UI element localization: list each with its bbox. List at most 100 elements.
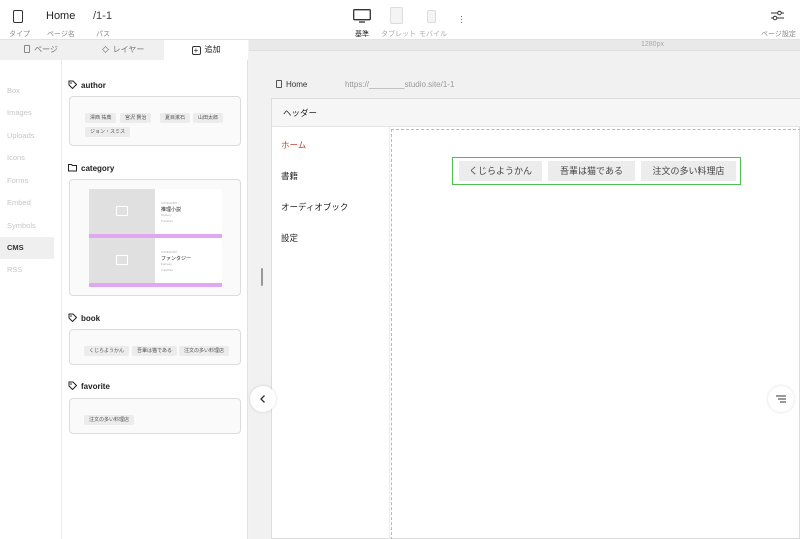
favorite-card[interactable]: 注文の多い料理店 xyxy=(69,398,241,434)
chevron-left-icon xyxy=(260,395,265,403)
top-toolbar: タイプ Home ページ名 /1-1 パス 基準 タブレット モバイル · · · … xyxy=(0,0,800,40)
page-settings-label: ページ設定 xyxy=(761,31,796,38)
author-title-text: author xyxy=(81,81,106,90)
category-title-text: category xyxy=(81,164,115,173)
tab-pages[interactable]: ページ xyxy=(0,40,82,60)
page-icon xyxy=(276,80,282,88)
book-title-text: book xyxy=(81,314,101,323)
category-item-meta: 3 articles xyxy=(161,268,174,272)
book-button[interactable]: くじらようかん xyxy=(459,161,542,181)
category-icons[interactable]: Icons xyxy=(0,147,54,169)
image-icon xyxy=(116,255,128,265)
author-chip: 宮沢 賢治 xyxy=(120,113,152,123)
category-rss[interactable]: RSS xyxy=(0,259,54,281)
ruler-width-label: 1280px xyxy=(641,41,664,48)
category-item: CATEGORY ファンタジー Fantasy 3 articles xyxy=(89,238,222,287)
tag-icon xyxy=(68,80,77,89)
mobile-icon[interactable] xyxy=(427,10,436,23)
category-item-bar xyxy=(89,283,222,287)
collapse-panel-button[interactable] xyxy=(250,386,276,412)
page-name-value[interactable]: Home xyxy=(46,10,75,22)
desktop-icon[interactable] xyxy=(353,9,371,23)
page-url[interactable]: https://________studio.site/1-1 xyxy=(345,80,454,89)
design-canvas[interactable]: 1280px Home https://________studio.site/… xyxy=(249,40,800,539)
category-card[interactable]: CATEGORY 推理小説 Mystery 6 articles CATEGOR… xyxy=(69,179,241,296)
device-tablet-label: タブレット xyxy=(381,31,416,38)
category-symbols[interactable]: Symbols xyxy=(0,215,54,237)
more-options-icon[interactable]: · · · xyxy=(460,12,463,27)
tab-pages-label: ページ xyxy=(34,45,58,54)
tab-add-label: 追加 xyxy=(204,45,221,54)
tag-icon xyxy=(68,313,77,322)
width-ruler: 1280px xyxy=(249,40,800,51)
category-uploads[interactable]: Uploads xyxy=(0,125,54,147)
author-chip: 夏目漱石 xyxy=(160,113,191,123)
path-value[interactable]: /1-1 xyxy=(93,10,112,22)
panel-resize-handle[interactable] xyxy=(261,268,263,286)
nav-item-home[interactable]: ホーム xyxy=(281,139,306,151)
tab-add[interactable]: + 追加 xyxy=(164,40,248,60)
nav-item-settings[interactable]: 設定 xyxy=(281,232,298,244)
category-forms[interactable]: Forms xyxy=(0,170,54,192)
category-item: CATEGORY 推理小説 Mystery 6 articles xyxy=(89,189,222,238)
category-title: category xyxy=(68,163,114,173)
list-icon xyxy=(776,395,786,403)
tablet-icon[interactable] xyxy=(390,7,403,24)
device-base-label: 基準 xyxy=(355,31,369,38)
pages-icon xyxy=(24,45,31,53)
category-list: Box Images Uploads Icons Forms Embed Sym… xyxy=(0,60,62,539)
author-card[interactable]: 澤西 祐典 宮沢 賢治 夏目漱石 山田太郎 ジョン・スミス xyxy=(69,96,241,146)
book-chip: くじらようかん xyxy=(84,346,130,356)
book-chip: 注文の多い料理店 xyxy=(179,346,230,356)
page-title-text: Home xyxy=(286,80,308,89)
page-settings-icon[interactable] xyxy=(771,10,784,21)
tag-icon xyxy=(68,381,77,390)
book-button[interactable]: 吾輩は猫である xyxy=(548,161,635,181)
category-item-sub: Mystery xyxy=(161,213,172,217)
author-chip: ジョン・スミス xyxy=(85,127,131,137)
header-section[interactable]: ヘッダー xyxy=(272,99,800,127)
category-embed[interactable]: Embed xyxy=(0,192,54,214)
category-item-name: ファンタジー xyxy=(161,256,192,262)
image-icon xyxy=(116,206,128,216)
folder-icon xyxy=(68,164,77,172)
category-item-meta: 6 articles xyxy=(161,219,174,223)
outline-button[interactable] xyxy=(768,386,794,412)
selected-content-area[interactable]: くじらようかん 吾輩は猫である 注文の多い料理店 xyxy=(391,129,800,539)
device-mobile-label: モバイル xyxy=(419,31,447,38)
author-title: author xyxy=(68,80,106,90)
layers-icon xyxy=(101,46,109,53)
page-title: Home xyxy=(276,80,307,89)
side-nav: ホーム 書籍 オーディオブック 設定 xyxy=(272,127,390,539)
book-chip: 吾輩は猫である xyxy=(132,346,177,356)
category-item-name: 推理小説 xyxy=(161,207,182,213)
image-placeholder xyxy=(89,238,155,283)
favorite-title: favorite xyxy=(68,381,110,391)
tab-layers[interactable]: レイヤー xyxy=(82,40,164,60)
category-item-sub: Fantasy xyxy=(161,262,172,266)
nav-item-books[interactable]: 書籍 xyxy=(281,170,298,182)
selected-button-group[interactable]: くじらようかん 吾輩は猫である 注文の多い料理店 xyxy=(452,157,741,185)
page-name-label: ページ名 xyxy=(47,31,75,38)
path-label: パス xyxy=(96,31,110,38)
left-panel-tabs: ページ レイヤー + 追加 xyxy=(0,40,248,60)
book-card[interactable]: くじらようかん 吾輩は猫である 注文の多い料理店 xyxy=(69,329,241,365)
page-type-icon[interactable] xyxy=(13,10,23,23)
author-chip: 澤西 祐典 xyxy=(85,113,117,123)
left-panel: ページ レイヤー + 追加 Box Images Uploads Icons Fo… xyxy=(0,40,248,539)
tab-layers-label: レイヤー xyxy=(112,45,145,54)
book-button[interactable]: 注文の多い料理店 xyxy=(641,161,736,181)
add-icon: + xyxy=(191,46,201,55)
image-placeholder xyxy=(89,189,155,234)
favorite-chip: 注文の多い料理店 xyxy=(84,415,135,425)
favorite-title-text: favorite xyxy=(81,382,110,391)
category-images[interactable]: Images xyxy=(0,102,54,124)
book-title: book xyxy=(68,313,100,323)
category-cms[interactable]: CMS xyxy=(0,237,54,259)
nav-item-audiobook[interactable]: オーディオブック xyxy=(281,201,348,213)
category-item-caption: CATEGORY xyxy=(161,201,178,205)
author-chip: 山田太郎 xyxy=(193,113,224,123)
cms-collections: author 澤西 祐典 宮沢 賢治 夏目漱石 山田太郎 ジョン・スミス cat… xyxy=(62,60,248,539)
type-label: タイプ xyxy=(9,31,30,38)
category-box[interactable]: Box xyxy=(0,80,54,102)
